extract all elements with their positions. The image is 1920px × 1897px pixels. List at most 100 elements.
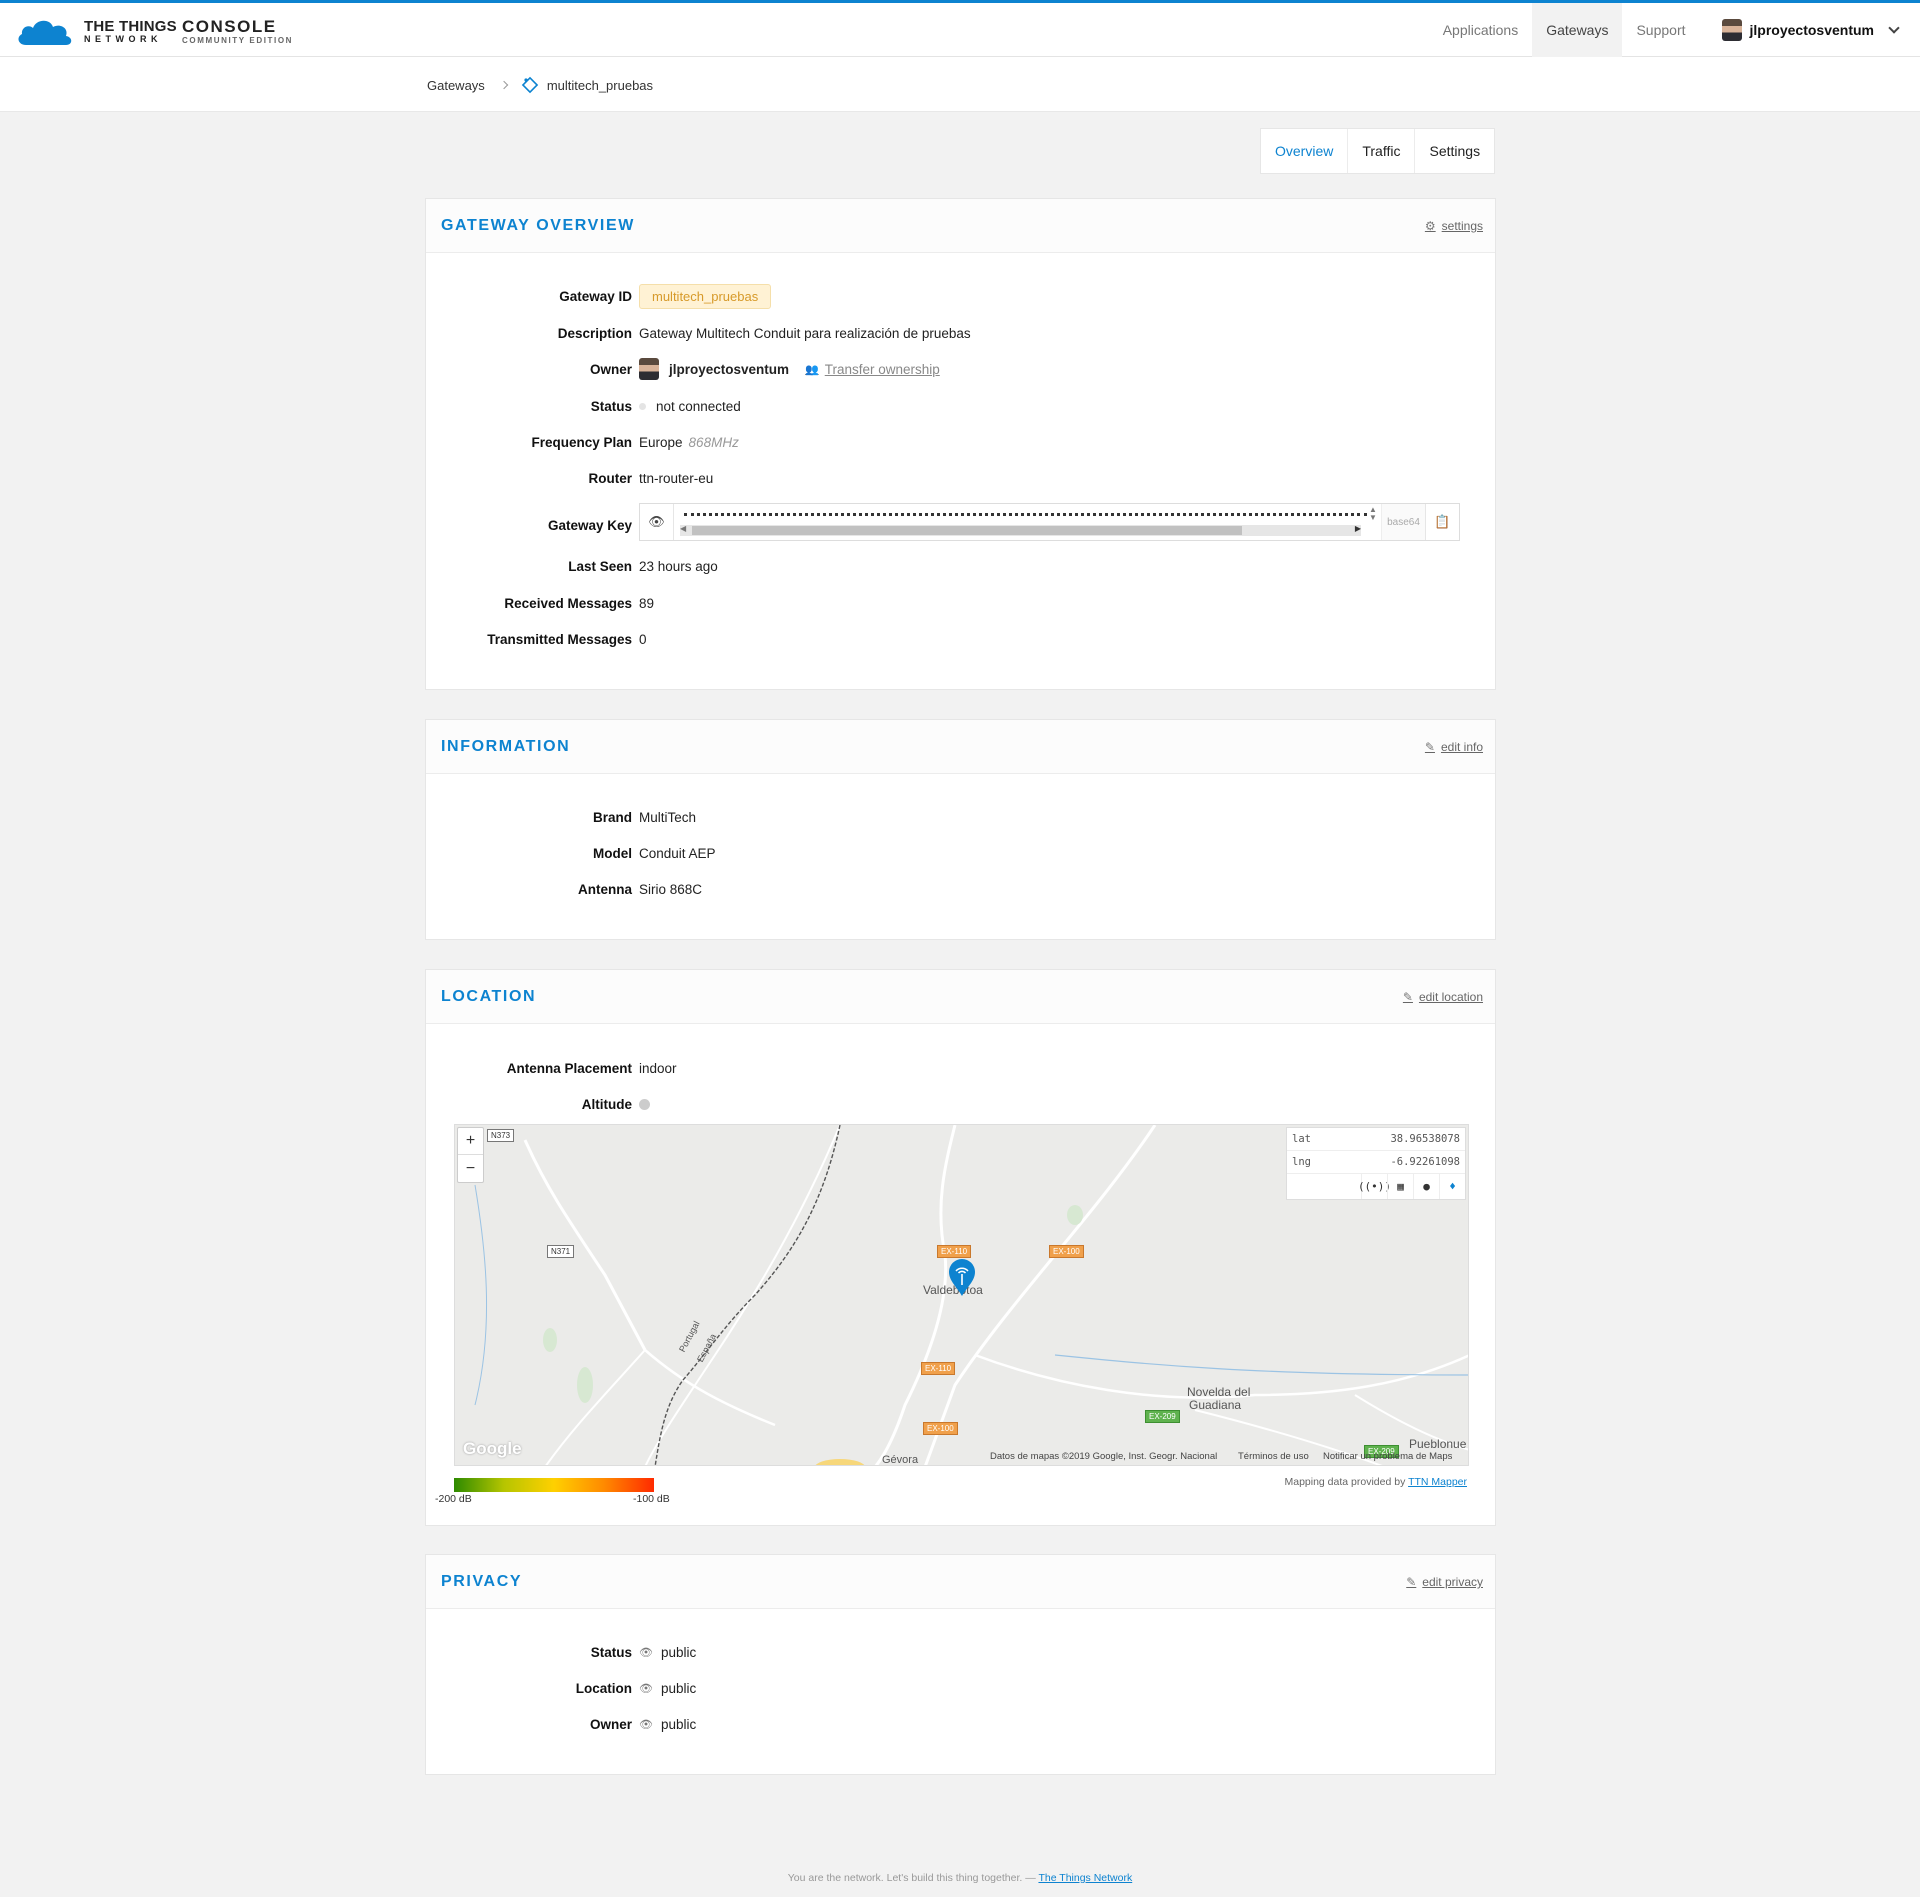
- scroll-thumb[interactable]: [692, 526, 1242, 535]
- last-seen-value: 23 hours ago: [639, 558, 718, 574]
- label: Gateway Key: [547, 517, 632, 533]
- road-shield: N371: [547, 1245, 575, 1258]
- place-label: Pueblonue: [1409, 1437, 1467, 1451]
- model-value: Conduit AEP: [639, 845, 716, 861]
- antenna-value: Sirio 868C: [639, 881, 703, 897]
- row-status: Status not connected: [426, 394, 741, 418]
- label: Gateway ID: [559, 288, 632, 304]
- ttn-mapper-link[interactable]: TTN Mapper: [1408, 1476, 1467, 1488]
- mapping-credit: Mapping data provided by TTN Mapper: [1284, 1476, 1467, 1488]
- legend-max-label: -100 dB: [633, 1493, 670, 1505]
- lat-row: lat 38.96538078: [1287, 1128, 1465, 1151]
- gear-icon: ⚙: [1424, 219, 1436, 233]
- tab-traffic[interactable]: Traffic: [1348, 129, 1416, 173]
- information-card: INFORMATION ✎ edit info Brand MultiTech …: [425, 719, 1496, 940]
- row-altitude: Altitude: [426, 1092, 650, 1116]
- status-value: not connected: [656, 398, 741, 414]
- signal-legend-bar: [454, 1478, 654, 1492]
- vertical-scroll-arrows[interactable]: ▲ ▼: [1368, 506, 1378, 522]
- console-title: CONSOLE: [182, 17, 277, 36]
- map-layer-toggles: ((•)) ▦ ● ♦: [1287, 1174, 1465, 1199]
- gateway-key-field: 👁 ▲ ▼ ◀ ▶ base64 📋: [639, 503, 1460, 541]
- row-received: Received Messages 89: [426, 591, 654, 615]
- nav-applications[interactable]: Applications: [1429, 3, 1533, 57]
- lng-row: lng -6.92261098: [1287, 1151, 1465, 1174]
- row-brand: Brand MultiTech: [426, 805, 696, 829]
- row-last-seen: Last Seen 23 hours ago: [426, 554, 718, 578]
- received-value: 89: [639, 595, 655, 611]
- place-label: Gévora: [882, 1454, 919, 1466]
- avatar: [1721, 19, 1742, 41]
- map-report-link[interactable]: Notificar un problema de Maps: [1323, 1451, 1452, 1462]
- owner-name[interactable]: jlproyectosventum: [669, 362, 789, 377]
- lat-value: 38.96538078: [1390, 1133, 1460, 1145]
- gateway-map[interactable]: N373 N371 EX-110 EX-100 EX-110 EX-100 EX…: [454, 1124, 1469, 1466]
- edition-label: COMMUNITY EDITION: [182, 36, 294, 45]
- router-value: ttn-router-eu: [639, 470, 714, 486]
- settings-link[interactable]: ⚙ settings: [1425, 219, 1483, 233]
- row-gateway-id: Gateway ID multitech_pruebas: [426, 283, 772, 309]
- ttn-link[interactable]: The Things Network: [1038, 1872, 1132, 1884]
- coordinates-panel: lat 38.96538078 lng -6.92261098 ((•)) ▦ …: [1286, 1127, 1466, 1200]
- person-icon[interactable]: ●: [1413, 1174, 1439, 1199]
- row-privacy-location: Location 👁 public: [426, 1676, 697, 1700]
- label: Status: [590, 1644, 632, 1660]
- label: Frequency Plan: [531, 434, 632, 450]
- zoom-out-button[interactable]: −: [458, 1155, 483, 1182]
- label: Brand: [592, 809, 632, 825]
- card-header: GATEWAY OVERVIEW ⚙ settings: [426, 199, 1495, 253]
- frequency-value: Europe: [639, 434, 683, 450]
- edit-info-link[interactable]: ✎ edit info: [1425, 740, 1483, 754]
- row-owner: Owner jlproyectosventum 👥 Transfer owner…: [426, 357, 940, 381]
- breadcrumb-gateways[interactable]: Gateways: [427, 78, 485, 93]
- gateway-overview-card: GATEWAY OVERVIEW ⚙ settings Gateway ID m…: [425, 198, 1496, 690]
- key-encoding[interactable]: base64: [1381, 504, 1425, 540]
- privacy-location-value: public: [660, 1680, 697, 1696]
- cloud-icon: [18, 20, 72, 45]
- map-icon[interactable]: ▦: [1387, 1174, 1413, 1199]
- frequency-detail: 868MHz: [688, 434, 739, 450]
- privacy-card: PRIVACY ✎ edit privacy Status 👁 public Lo…: [425, 1554, 1496, 1775]
- map-attribution: Datos de mapas ©2019 Google, Inst. Geogr…: [990, 1451, 1218, 1462]
- map-terms-link[interactable]: Términos de uso: [1238, 1451, 1309, 1462]
- breadcrumb: Gateways multitech_pruebas: [427, 76, 653, 94]
- lng-value: -6.92261098: [1390, 1156, 1460, 1168]
- road-shield: EX-100: [923, 1422, 958, 1435]
- pin-icon[interactable]: ♦: [1439, 1174, 1465, 1199]
- breadcrumb-current[interactable]: multitech_pruebas: [547, 78, 653, 93]
- logo-title: THE THINGS: [84, 18, 177, 35]
- privacy-owner-value: public: [660, 1716, 697, 1732]
- ttn-logo[interactable]: THE THINGS NETWORK CONSOLE COMMUNITY EDI…: [16, 15, 316, 49]
- gateway-key-input[interactable]: ▲ ▼ ◀ ▶: [674, 504, 1381, 540]
- label: Antenna Placement: [506, 1060, 632, 1076]
- eye-icon[interactable]: 👁: [640, 504, 674, 540]
- horizontal-scrollbar[interactable]: ◀ ▶: [680, 524, 1361, 536]
- mapping-text: Mapping data provided by: [1284, 1476, 1406, 1488]
- user-menu[interactable]: jlproyectosventum: [1700, 3, 1920, 57]
- nav-gateways[interactable]: Gateways: [1532, 3, 1623, 57]
- edit-location-link[interactable]: ✎ edit location: [1403, 990, 1483, 1004]
- info-icon[interactable]: [639, 1098, 650, 1110]
- card-header: LOCATION ✎ edit location: [426, 970, 1495, 1024]
- gateway-marker-icon[interactable]: [947, 1257, 977, 1297]
- avatar: [639, 358, 659, 380]
- nav-support[interactable]: Support: [1622, 3, 1699, 57]
- clipboard-icon[interactable]: 📋: [1425, 504, 1459, 540]
- location-card: LOCATION ✎ edit location Antenna Placeme…: [425, 969, 1496, 1526]
- signal-icon[interactable]: ((•)): [1358, 1174, 1391, 1199]
- row-antenna: Antenna Sirio 868C: [426, 877, 702, 901]
- brand-value: MultiTech: [639, 809, 697, 825]
- label: Owner: [589, 1716, 632, 1732]
- label: Last Seen: [568, 558, 632, 574]
- place-label: Guadiana: [1189, 1398, 1242, 1412]
- chevron-right-icon: [499, 80, 509, 90]
- gateway-id-badge: multitech_pruebas: [639, 283, 772, 309]
- label: Status: [590, 398, 632, 414]
- tab-overview[interactable]: Overview: [1261, 129, 1349, 173]
- tab-settings[interactable]: Settings: [1415, 129, 1494, 173]
- transfer-ownership-link[interactable]: 👥 Transfer ownership: [805, 362, 940, 377]
- edit-location-label: edit location: [1418, 990, 1483, 1004]
- zoom-in-button[interactable]: +: [458, 1128, 483, 1155]
- edit-privacy-link[interactable]: ✎ edit privacy: [1406, 1575, 1483, 1589]
- edit-privacy-label: edit privacy: [1422, 1575, 1483, 1589]
